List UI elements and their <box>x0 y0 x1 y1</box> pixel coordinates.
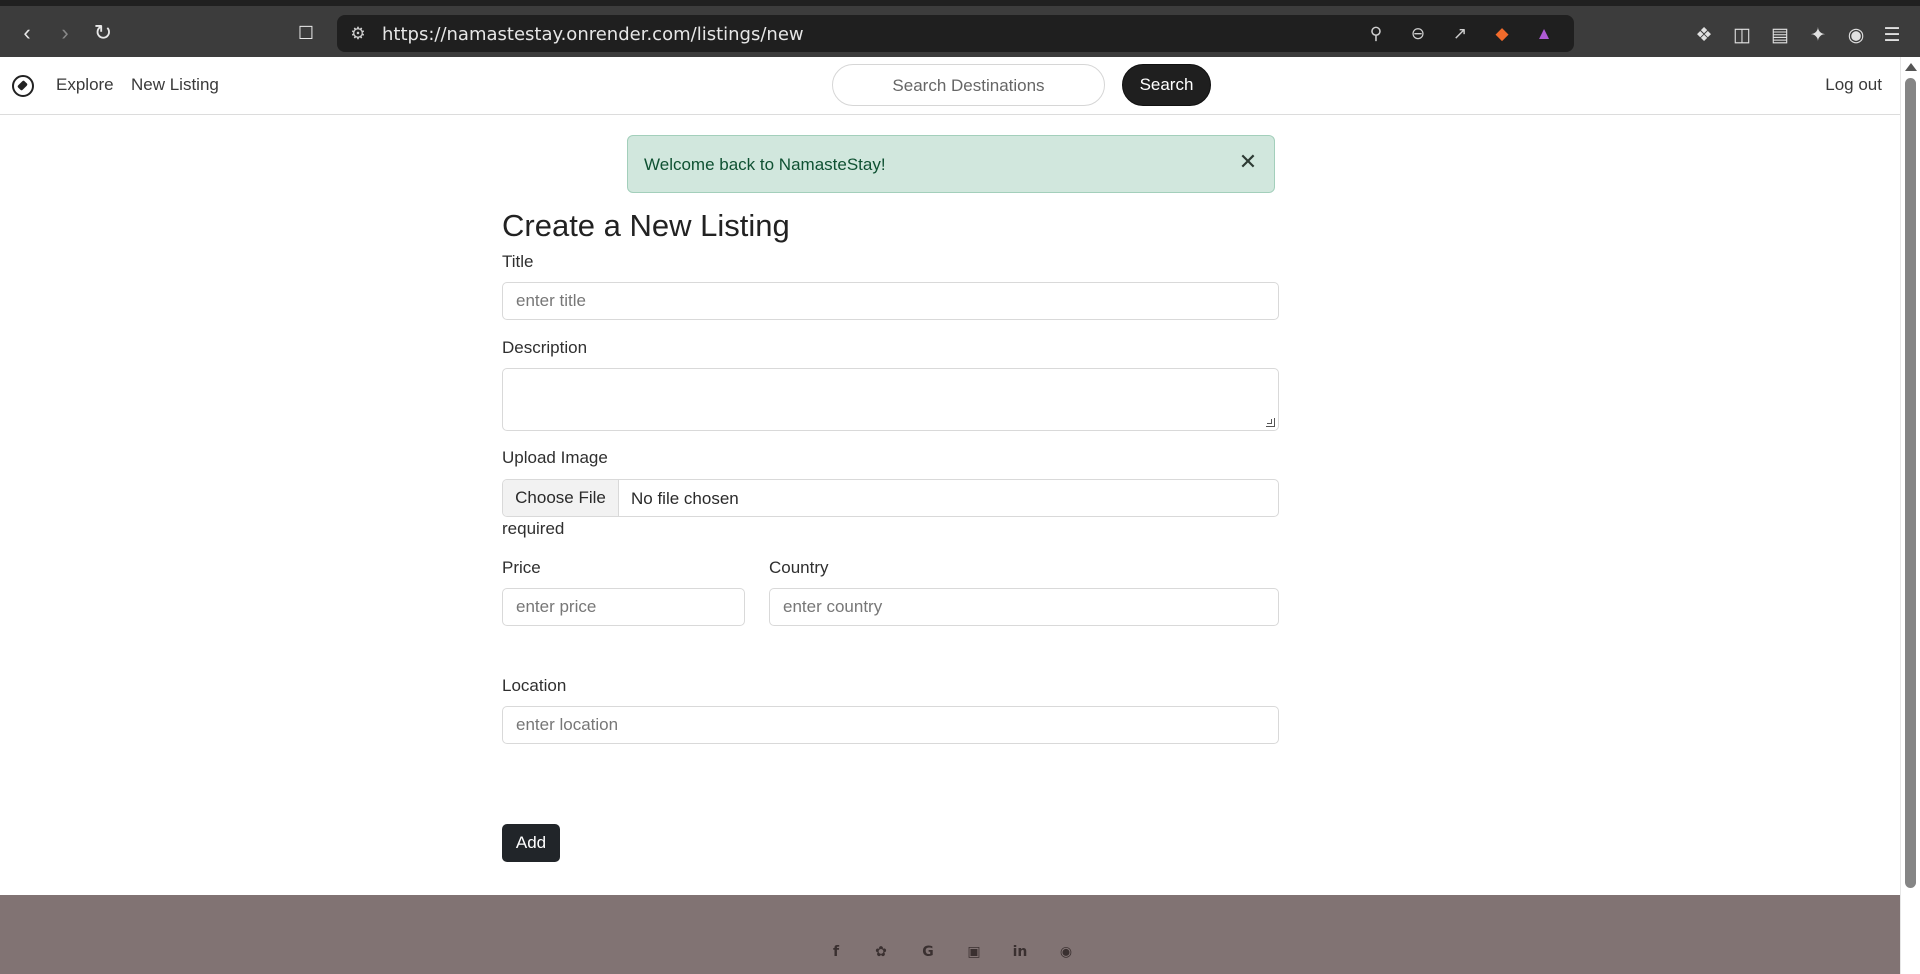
search-button[interactable]: Search <box>1122 64 1211 106</box>
nav-explore-link[interactable]: Explore <box>56 75 114 95</box>
bookmark-icon[interactable]: ☐ <box>289 16 323 50</box>
brave-rewards-icon[interactable]: ▲ <box>1533 23 1555 45</box>
upload-image-label: Upload Image <box>502 448 608 467</box>
address-bar[interactable]: ⚙ https://namastestay.onrender.com/listi… <box>337 15 1574 52</box>
alert-message: Welcome back to NamasteStay! <box>644 155 886 174</box>
required-hint: required <box>502 519 565 538</box>
browser-toolbar: ‹ › ↻ ☐ ⚙ https://namastestay.onrender.c… <box>0 0 1920 57</box>
site-settings-icon[interactable]: ⚙ <box>347 23 369 45</box>
instagram-icon[interactable]: ▣ <box>964 942 984 962</box>
title-input[interactable]: enter title <box>502 282 1279 320</box>
search-destinations-input[interactable]: Search Destinations <box>832 64 1105 106</box>
reload-button[interactable]: ↻ <box>86 16 120 50</box>
file-status-text: No file chosen <box>631 489 739 508</box>
title-label: Title <box>502 252 534 271</box>
url-text[interactable]: https://namastestay.onrender.com/listing… <box>382 24 804 45</box>
resize-handle-icon[interactable] <box>1266 418 1275 427</box>
close-icon[interactable]: ✕ <box>1236 149 1260 174</box>
scroll-thumb[interactable] <box>1905 78 1916 888</box>
logout-link[interactable]: Log out <box>1825 75 1882 95</box>
site-navbar: Explore New Listing Search Destinations … <box>0 57 1900 115</box>
sidebar-icon[interactable]: ◫ <box>1730 23 1754 47</box>
price-input[interactable]: enter price <box>502 588 745 626</box>
scroll-up-arrow[interactable] <box>1905 63 1917 71</box>
location-label: Location <box>502 676 567 695</box>
brave-shields-icon[interactable]: ◆ <box>1491 23 1513 45</box>
forward-button[interactable]: › <box>48 16 82 50</box>
key-icon[interactable]: ⚲ <box>1365 23 1387 45</box>
description-textarea[interactable] <box>502 368 1279 431</box>
wallet-icon[interactable]: ▤ <box>1768 23 1792 47</box>
country-input[interactable]: enter country <box>769 588 1279 626</box>
leo-ai-icon[interactable]: ✦ <box>1806 23 1830 47</box>
page-title: Create a New Listing <box>502 208 790 243</box>
price-label: Price <box>502 558 541 577</box>
github-icon[interactable]: ◉ <box>1056 942 1076 962</box>
add-button[interactable]: Add <box>502 824 560 862</box>
choose-file-button[interactable]: Choose File <box>503 480 619 516</box>
google-icon[interactable]: G <box>918 942 938 962</box>
extensions-icon[interactable]: ❖ <box>1692 23 1716 47</box>
location-input[interactable]: enter location <box>502 706 1279 744</box>
image-file-input[interactable]: Choose File No file chosen <box>502 479 1279 517</box>
compass-logo-icon[interactable] <box>12 75 34 97</box>
twitter-icon[interactable]: ✿ <box>871 942 891 962</box>
linkedin-icon[interactable]: in <box>1010 942 1030 962</box>
vpn-icon[interactable]: ◉ <box>1844 23 1868 47</box>
share-icon[interactable]: ↗ <box>1449 23 1471 45</box>
page-scrollbar[interactable] <box>1900 57 1920 974</box>
description-label: Description <box>502 338 588 357</box>
menu-icon[interactable]: ☰ <box>1880 23 1904 47</box>
nav-new-listing-link[interactable]: New Listing <box>131 75 219 95</box>
country-label: Country <box>769 558 829 577</box>
back-button[interactable]: ‹ <box>10 16 44 50</box>
facebook-icon[interactable]: f <box>826 942 846 962</box>
success-alert: Welcome back to NamasteStay! ✕ <box>627 135 1275 193</box>
zoom-out-icon[interactable]: ⊖ <box>1407 23 1429 45</box>
footer: f ✿ G ▣ in ◉ <box>0 895 1900 974</box>
